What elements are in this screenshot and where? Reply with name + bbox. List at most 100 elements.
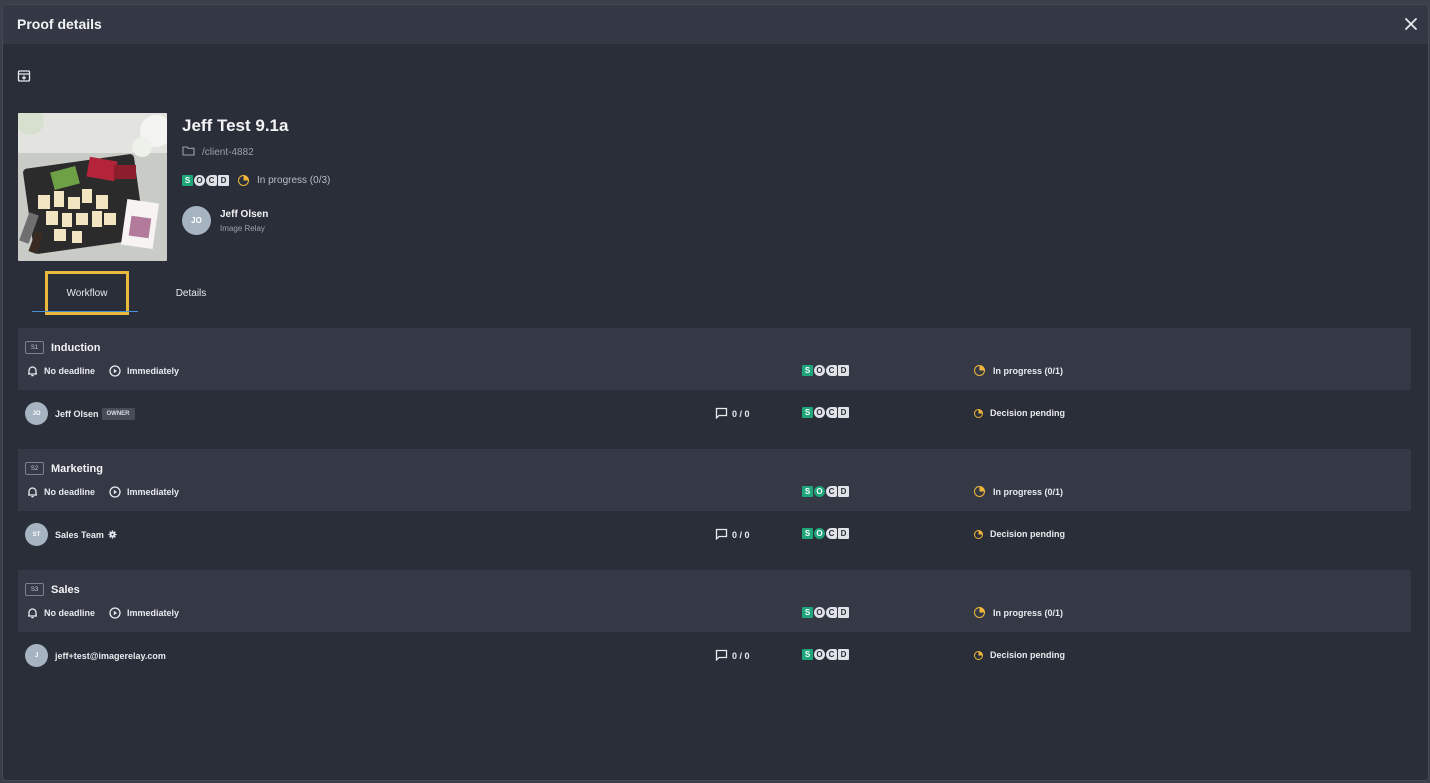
socd-indicator: SOCD bbox=[802, 528, 850, 539]
tab-details[interactable]: Details bbox=[166, 271, 216, 315]
stage-status: In progress (0/1) bbox=[993, 607, 1064, 618]
stage-member-row[interactable]: J jeff+test@imagerelay.com 0 / 0 SOCD De… bbox=[18, 635, 1411, 675]
socd-indicator: SOCD bbox=[802, 486, 850, 497]
stage-header-marketing[interactable]: S2 Marketing No deadline Immediately SOC… bbox=[18, 449, 1411, 511]
socd-o: O bbox=[814, 649, 825, 660]
comment-icon bbox=[715, 407, 732, 421]
owner-badge: OWNER bbox=[101, 407, 135, 420]
avatar: J bbox=[25, 644, 48, 667]
comment-count[interactable]: 0 / 0 bbox=[715, 407, 750, 421]
stage-member-row[interactable]: JO Jeff Olsen OWNER 0 / 0 SOCD Decision … bbox=[18, 393, 1411, 433]
owner-org: Image Relay bbox=[220, 223, 265, 233]
socd-o: O bbox=[814, 365, 825, 376]
socd-s: S bbox=[802, 528, 813, 539]
socd-d: D bbox=[838, 365, 849, 376]
socd-d: D bbox=[838, 607, 849, 618]
comment-count[interactable]: 0 / 0 bbox=[715, 528, 750, 542]
stage-header-induction[interactable]: S1 Induction No deadline Immediately SOC… bbox=[18, 328, 1411, 390]
socd-d: D bbox=[838, 649, 849, 660]
socd-indicator: SOCD bbox=[802, 365, 850, 376]
proof-name: Jeff Test 9.1a bbox=[182, 116, 289, 135]
folder-icon bbox=[182, 145, 195, 159]
stage-status: In progress (0/1) bbox=[993, 365, 1064, 376]
member-name: Sales Team bbox=[55, 529, 104, 540]
play-circle-icon bbox=[109, 486, 121, 498]
owner-name: Jeff Olsen bbox=[220, 208, 269, 220]
group-gear-icon bbox=[108, 530, 117, 539]
socd-indicator: S O C D bbox=[182, 175, 230, 186]
progress-pie-icon bbox=[974, 365, 985, 376]
bell-icon bbox=[27, 607, 38, 619]
progress-pie-icon bbox=[974, 607, 985, 618]
socd-c: C bbox=[826, 607, 837, 618]
socd-indicator: SOCD bbox=[802, 607, 850, 618]
stage-tag: S1 bbox=[25, 341, 44, 354]
stage-tag: S3 bbox=[25, 583, 44, 596]
member-status: Decision pending bbox=[990, 529, 1066, 539]
proof-thumbnail[interactable] bbox=[18, 113, 167, 261]
proof-owner: JO Jeff Olsen Image Relay bbox=[182, 206, 268, 235]
comment-icon bbox=[715, 528, 732, 542]
modal-title: Proof details bbox=[17, 16, 102, 32]
member-name: jeff+test@imagerelay.com bbox=[55, 650, 166, 661]
bell-icon bbox=[27, 365, 38, 377]
socd-c: C bbox=[826, 486, 837, 497]
stage-member-row[interactable]: ST Sales Team 0 / 0 SOCD Decision pendin… bbox=[18, 514, 1411, 554]
active-tab-underline bbox=[32, 311, 138, 312]
socd-o: O bbox=[814, 486, 825, 497]
socd-c: C bbox=[826, 365, 837, 376]
comment-count-label: 0 / 0 bbox=[732, 409, 750, 419]
socd-indicator: SOCD bbox=[802, 649, 850, 660]
socd-o: O bbox=[194, 175, 205, 186]
socd-c: C bbox=[206, 175, 217, 186]
avatar: ST bbox=[25, 523, 48, 546]
socd-o: O bbox=[814, 407, 825, 418]
stage-start: Immediately bbox=[127, 487, 180, 497]
member-status: Decision pending bbox=[990, 650, 1066, 660]
socd-d: D bbox=[218, 175, 229, 186]
stage-deadline: No deadline bbox=[44, 366, 96, 376]
socd-c: C bbox=[826, 407, 837, 418]
progress-pie-icon bbox=[974, 486, 985, 497]
stage-name: Induction bbox=[51, 341, 101, 354]
comment-count-label: 0 / 0 bbox=[732, 651, 750, 661]
socd-s: S bbox=[802, 407, 813, 418]
stage-deadline: No deadline bbox=[44, 487, 96, 497]
socd-c: C bbox=[826, 528, 837, 539]
socd-o: O bbox=[814, 607, 825, 618]
pending-pie-icon bbox=[974, 650, 983, 660]
folder-path[interactable]: /client-4882 bbox=[182, 145, 254, 159]
play-circle-icon bbox=[109, 607, 121, 619]
tab-workflow[interactable]: Workflow bbox=[45, 271, 129, 315]
modal-header: Proof details bbox=[3, 5, 1428, 44]
proof-status-row: S O C D In progress (0/3) bbox=[182, 175, 330, 186]
stage-start: Immediately bbox=[127, 608, 180, 618]
socd-indicator: SOCD bbox=[802, 407, 850, 418]
stage-deadline: No deadline bbox=[44, 608, 96, 618]
member-name: Jeff Olsen bbox=[55, 408, 99, 419]
socd-s: S bbox=[802, 486, 813, 497]
play-circle-icon bbox=[109, 365, 121, 377]
socd-s: S bbox=[802, 649, 813, 660]
archive-icon[interactable] bbox=[17, 69, 33, 85]
comment-count-label: 0 / 0 bbox=[732, 530, 750, 540]
avatar: JO bbox=[182, 206, 211, 235]
pending-pie-icon bbox=[974, 529, 983, 539]
socd-s: S bbox=[182, 175, 193, 186]
pending-pie-icon bbox=[974, 408, 983, 418]
socd-d: D bbox=[838, 528, 849, 539]
comment-icon bbox=[715, 649, 732, 663]
tab-bar: Workflow Details bbox=[32, 271, 1412, 315]
socd-d: D bbox=[838, 407, 849, 418]
stage-tag: S2 bbox=[25, 462, 44, 475]
stage-header-sales[interactable]: S3 Sales No deadline Immediately SOCD In… bbox=[18, 570, 1411, 632]
socd-c: C bbox=[826, 649, 837, 660]
comment-count[interactable]: 0 / 0 bbox=[715, 649, 750, 663]
stage-status: In progress (0/1) bbox=[993, 486, 1064, 497]
member-status: Decision pending bbox=[990, 408, 1066, 418]
socd-d: D bbox=[838, 486, 849, 497]
close-icon[interactable] bbox=[1402, 15, 1420, 33]
socd-o: O bbox=[814, 528, 825, 539]
socd-s: S bbox=[802, 365, 813, 376]
stage-name: Sales bbox=[51, 583, 80, 596]
